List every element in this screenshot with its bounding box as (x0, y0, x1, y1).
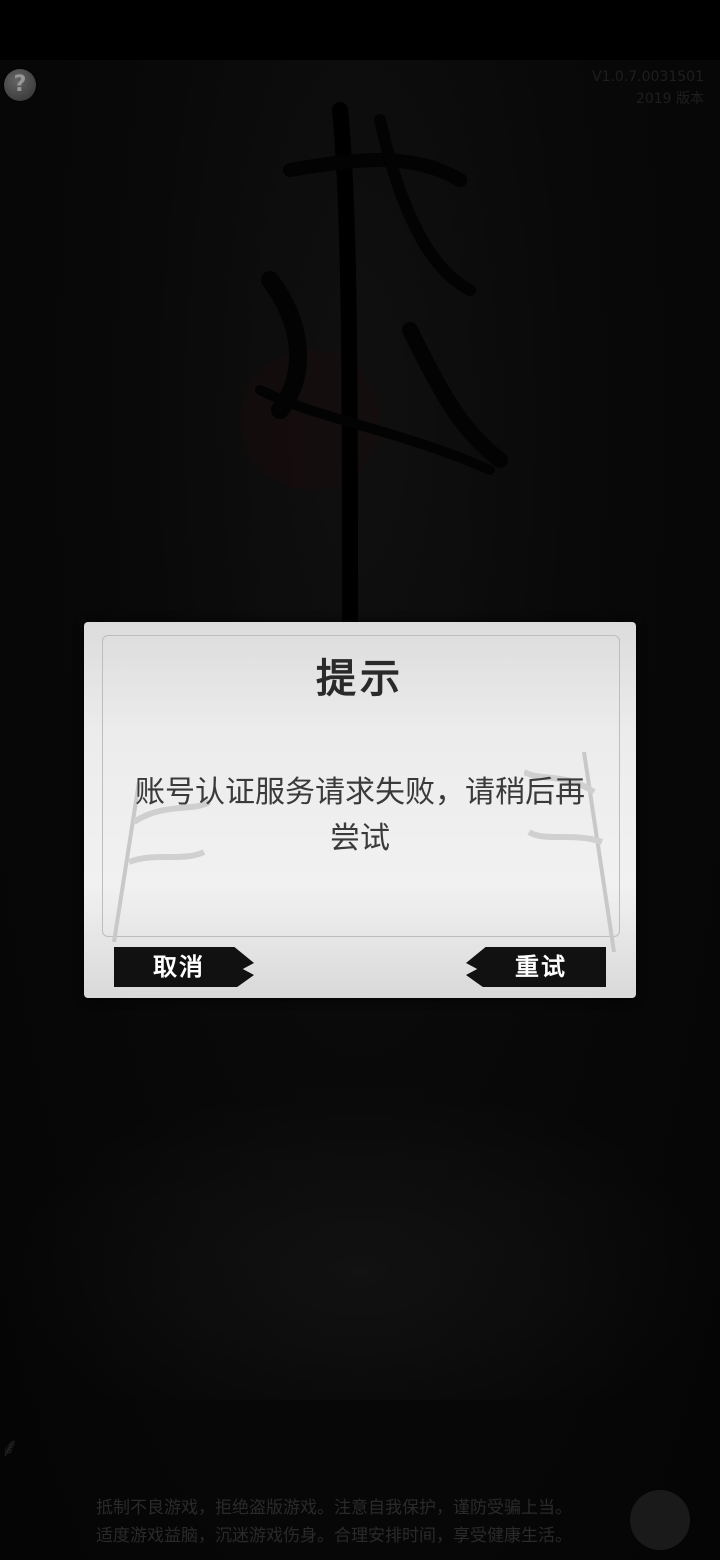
health-notice: 抵制不良游戏，拒绝盗版游戏。注意自我保护，谨防受骗上当。 适度游戏益脑，沉迷游戏… (96, 1494, 616, 1550)
health-notice-line2: 适度游戏益脑，沉迷游戏伤身。合理安排时间，享受健康生活。 (96, 1526, 572, 1546)
health-notice-line1: 抵制不良游戏，拒绝盗版游戏。注意自我保护，谨防受骗上当。 (96, 1498, 572, 1518)
dialog-title: 提示 (316, 656, 404, 702)
brush-mark-decoration: ⸙ (0, 1433, 20, 1463)
retry-button[interactable]: 重试 (466, 947, 606, 987)
footer-logo (630, 1490, 690, 1550)
alert-dialog: 提示 账号认证服务请求失败，请稍后再尝试 取消 重试 (84, 622, 636, 998)
dialog-message: 账号认证服务请求失败，请稍后再尝试 (135, 775, 585, 856)
status-bar (0, 0, 720, 60)
cancel-button[interactable]: 取消 (114, 947, 254, 987)
